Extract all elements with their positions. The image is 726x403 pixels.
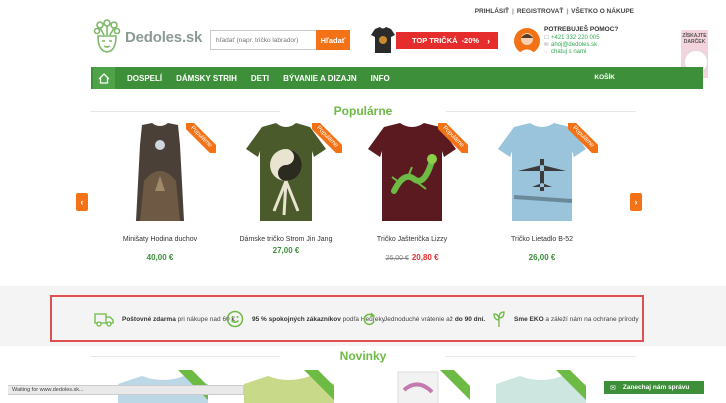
- divider: [90, 111, 280, 112]
- mail-icon: ✉: [544, 42, 549, 48]
- product-image[interactable]: Populárne: [352, 121, 472, 225]
- popular-section-title: Populárne: [90, 104, 636, 118]
- nav-item-home-design[interactable]: BÝVANIE A DIZAJN: [283, 74, 357, 83]
- main-nav: DOSPELÍ DÁMSKY STRIH DETI BÝVANIE A DIZA…: [91, 67, 703, 89]
- support-avatar: [514, 28, 540, 54]
- product-name[interactable]: Dámske tričko Strom Jin Jang: [226, 235, 346, 244]
- search-bar: Hľadať: [210, 30, 350, 50]
- popular-title-text: Populárne: [333, 104, 393, 118]
- news-product-image[interactable]: [370, 370, 480, 403]
- news-product-image[interactable]: [234, 370, 344, 403]
- search-input[interactable]: [210, 30, 316, 50]
- carousel-next-button[interactable]: ›: [630, 193, 642, 211]
- tshirt-icon: [371, 27, 395, 53]
- product-card[interactable]: Populárne Tričko Lietadlo B-52 26,00 €: [482, 121, 602, 262]
- popular-ribbon: Populárne: [186, 123, 216, 153]
- logo[interactable]: Dedoles.sk: [92, 18, 202, 56]
- support-person-icon: [518, 33, 536, 54]
- divider: [446, 356, 636, 357]
- news-product-image[interactable]: [486, 370, 596, 403]
- help-phone[interactable]: ☐ +421 332 220 005: [544, 35, 600, 41]
- promo-discount: -20%: [461, 36, 480, 45]
- product-card[interactable]: Populárne Tričko Jašterička Lizzy 26,00 …: [352, 121, 472, 262]
- old-price: 26,00 €: [385, 255, 409, 262]
- news-title-text: Novinky: [339, 349, 387, 363]
- benefit-text: Jednoduché vrátenie až do 90 dní.: [384, 315, 486, 323]
- chat-button[interactable]: ✉ Zanechaj nám správu: [604, 381, 704, 394]
- carousel-prev-button[interactable]: ‹: [76, 193, 88, 211]
- mail-icon: ✉: [610, 384, 616, 392]
- help-contact: POTREBUJEŠ POMOC? ☐ +421 332 220 005 ✉ aho…: [514, 26, 664, 60]
- chat-icon: ◌: [544, 49, 548, 55]
- product-image[interactable]: Populárne: [482, 121, 602, 225]
- nav-item-kids[interactable]: DETI: [251, 74, 269, 83]
- benefit-text: Sme EKO a záleží nám na ochrane prírody: [514, 315, 639, 323]
- chevron-right-icon: ›: [487, 35, 491, 46]
- product-name[interactable]: Tričko Lietadlo B-52: [482, 235, 602, 244]
- top-links: PRIHLÁSIŤ | REGISTROVAŤ | VŠETKO O NÁKUPE: [474, 8, 634, 15]
- chat-button-label: Zanechaj nám správu: [622, 384, 690, 391]
- product-price: 26,00 €20,80 €: [352, 253, 472, 262]
- top-shirts-promo[interactable]: TOP TRIČKÁ -20% ›: [370, 26, 498, 54]
- gift-text: ZÍSKAJTE DARČEK: [682, 33, 707, 45]
- refresh-icon: [363, 312, 376, 326]
- help-email[interactable]: ✉ ahoj@dedoles.sk: [544, 42, 597, 48]
- popular-ribbon: Populárne: [438, 123, 468, 153]
- product-price: 40,00 €: [146, 253, 174, 262]
- login-link[interactable]: PRIHLÁSIŤ: [475, 8, 509, 15]
- about-shopping-link[interactable]: VŠETKO O NÁKUPE: [571, 8, 634, 15]
- benefit-eco: Sme EKO a záleží nám na ochrane prírody: [492, 307, 639, 331]
- cart-link[interactable]: KOŠÍK: [594, 74, 615, 81]
- popular-ribbon: Populárne: [568, 123, 598, 153]
- smile-icon: [226, 310, 244, 328]
- promo-banner[interactable]: TOP TRIČKÁ -20% ›: [396, 32, 498, 49]
- help-title: POTREBUJEŠ POMOC?: [544, 26, 619, 33]
- product-card[interactable]: Populárne Minišaty Hodina duchov 40,00 €: [100, 121, 220, 262]
- popular-ribbon: Populárne: [312, 123, 342, 153]
- home-button[interactable]: [93, 67, 115, 89]
- truck-icon: [94, 313, 114, 327]
- browser-status-bar: Waiting for www.dedoles.sk...: [8, 385, 244, 395]
- logo-text: Dedoles.sk: [125, 28, 203, 46]
- tree-face-logo-icon: [93, 19, 121, 53]
- sprout-icon: [493, 311, 505, 327]
- benefit-returns: Jednoduché vrátenie až do 90 dní.: [362, 307, 485, 331]
- tshirt-image: [496, 370, 586, 403]
- phone-icon: ☐: [544, 35, 549, 41]
- register-link[interactable]: REGISTROVAŤ: [517, 8, 563, 15]
- product-name[interactable]: Tričko Jašterička Lizzy: [352, 235, 472, 244]
- sale-price: 20,80 €: [411, 253, 439, 262]
- divider: [90, 356, 280, 357]
- search-button[interactable]: Hľadať: [316, 30, 350, 50]
- nav-item-adults[interactable]: DOSPELÍ: [127, 74, 162, 83]
- promo-label: TOP TRIČKÁ: [412, 36, 458, 45]
- tshirt-image: [244, 370, 334, 403]
- news-section-title: Novinky: [90, 349, 636, 363]
- divider: [446, 111, 636, 112]
- product-name[interactable]: Minišaty Hodina duchov: [100, 235, 220, 244]
- product-price: 26,00 €: [528, 253, 556, 262]
- product-price: 27,00 €: [272, 246, 300, 255]
- product-image[interactable]: Populárne: [100, 121, 220, 225]
- nav-item-womens-cut[interactable]: DÁMSKY STRIH: [176, 74, 237, 83]
- product-image-graphic: [397, 370, 470, 403]
- product-image[interactable]: Populárne: [226, 121, 346, 225]
- benefits-panel: Poštovné zdarma pri nákupe nad 60 € 95 %…: [50, 295, 644, 342]
- benefit-text: Poštovné zdarma pri nákupe nad 60 €: [122, 315, 236, 323]
- product-card[interactable]: Populárne Dámske tričko Strom Jin Jang 2…: [226, 121, 346, 255]
- help-chat[interactable]: ◌ chatuj s nami: [544, 49, 586, 55]
- benefit-shipping: Poštovné zdarma pri nákupe nad 60 €: [94, 307, 235, 331]
- nav-item-info[interactable]: INFO: [371, 74, 390, 83]
- home-icon: [98, 72, 110, 84]
